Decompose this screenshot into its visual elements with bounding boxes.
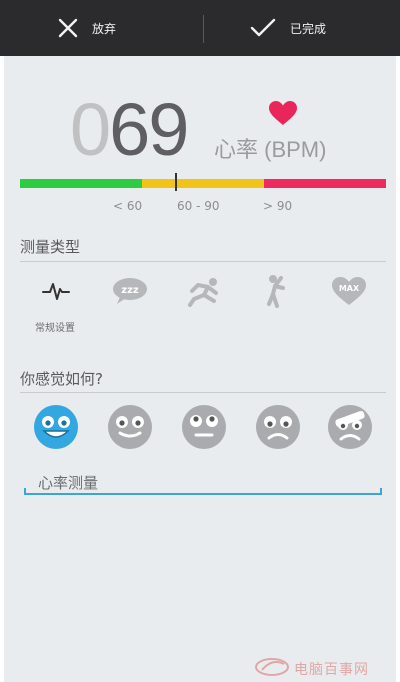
happy-face-icon (32, 405, 80, 455)
mood-option-sick[interactable] (326, 403, 374, 451)
range-label-normal: 60 - 90 (177, 199, 220, 213)
type-option-max[interactable]: MAX (329, 273, 369, 313)
watermark-logo-icon (254, 656, 290, 682)
max-text: MAX (339, 284, 360, 293)
mood-option-happy[interactable] (32, 403, 80, 451)
type-option-label: 常规设置 (35, 323, 75, 334)
watermark: 电脑百事网 (254, 656, 369, 682)
gauge-normal-segment (142, 179, 264, 188)
runner-start-icon (186, 275, 222, 311)
checkmark-icon (250, 18, 276, 38)
svg-text:zzz: zzz (121, 285, 139, 296)
type-option-stretch[interactable] (256, 273, 296, 313)
cancel-button[interactable]: 放弃 (58, 0, 116, 56)
neutral-face-icon (106, 405, 154, 455)
measurement-type-title: 测量类型 (20, 238, 81, 256)
type-option-exercise[interactable] (184, 273, 224, 313)
mood-option-neutral[interactable] (106, 403, 154, 451)
gauge-low-segment (20, 179, 142, 188)
gauge-marker (175, 173, 177, 191)
type-option-regular[interactable] (36, 273, 76, 313)
mood-option-surprised[interactable] (180, 403, 228, 451)
bpm-value: 069 (70, 88, 189, 171)
heart-icon (268, 100, 298, 130)
bpm-leading-zero: 0 (70, 88, 111, 171)
note-input-tick-left (24, 488, 26, 495)
mood-title: 你感觉如何? (20, 370, 103, 388)
bpm-digits: 69 (109, 88, 189, 171)
section-divider (20, 261, 386, 262)
section-divider (20, 392, 386, 393)
stretching-icon (261, 274, 291, 312)
range-label-high: > 90 (263, 199, 293, 213)
sick-face-icon (326, 405, 374, 455)
sad-face-icon (254, 405, 302, 455)
gauge-high-segment (264, 179, 386, 188)
done-button[interactable]: 已完成 (250, 0, 326, 56)
surprised-face-icon (180, 405, 228, 455)
type-option-resting[interactable]: zzz (110, 273, 150, 313)
cancel-label: 放弃 (92, 21, 117, 36)
watermark-text: 电脑百事网 (294, 662, 369, 678)
note-input[interactable]: 心率测量 (38, 472, 98, 493)
close-icon (58, 18, 78, 38)
heart-rate-gauge (20, 179, 386, 188)
note-input-tick-right (380, 488, 382, 495)
done-label: 已完成 (290, 21, 327, 36)
heart-rate-panel: 069 心率 (BPM) < 60 60 - 90 > 90 测量类型 常规设置… (4, 56, 396, 682)
top-action-bar: 放弃 已完成 (0, 0, 400, 56)
bpm-unit-label: 心率 (BPM) (214, 137, 327, 162)
zzz-speech-icon: zzz (111, 276, 149, 310)
note-input-underline (24, 493, 382, 495)
topbar-divider (203, 15, 204, 43)
heart-max-icon: MAX (331, 276, 367, 310)
range-label-low: < 60 (113, 199, 143, 213)
mood-option-sad[interactable] (254, 403, 302, 451)
pulse-icon (42, 281, 70, 305)
